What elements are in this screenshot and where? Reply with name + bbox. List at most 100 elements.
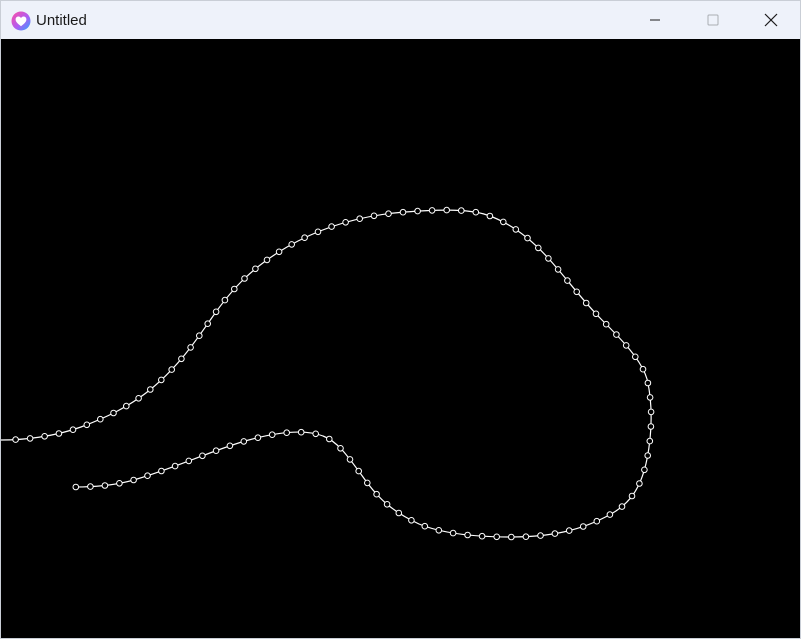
curve-marker [252, 265, 259, 273]
close-button[interactable] [742, 1, 800, 39]
curve-marker [301, 234, 308, 241]
curve-marker [632, 353, 639, 361]
curve-marker [373, 490, 380, 498]
curve-marker [383, 501, 391, 508]
curve-marker [199, 452, 206, 460]
curve-marker [478, 532, 486, 540]
curve-marker [356, 215, 364, 222]
curve-marker [240, 438, 248, 445]
curve-marker [178, 355, 185, 363]
curve-marker [535, 244, 542, 252]
curve-marker [196, 332, 203, 340]
curve-marker [428, 207, 436, 214]
curve-marker [328, 223, 335, 230]
curve-marker [212, 308, 220, 316]
curve-marker [187, 344, 194, 351]
curve-marker [337, 445, 344, 452]
curve-marker [414, 207, 421, 215]
curve-marker [458, 207, 465, 214]
curve-marker [579, 523, 587, 530]
curve-marker [644, 379, 652, 387]
close-icon [764, 13, 778, 27]
curve-marker [395, 509, 403, 517]
curve-marker [464, 531, 471, 539]
curve-marker [522, 533, 530, 541]
curve-marker [646, 394, 654, 401]
curve-marker [370, 212, 378, 220]
drawing-canvas[interactable] [1, 39, 800, 638]
curve-marker [116, 480, 123, 487]
curve-marker [204, 320, 211, 328]
curve-marker [226, 442, 234, 450]
spline-curve [1, 209, 652, 538]
curve-marker [592, 310, 600, 318]
curve-marker [55, 430, 63, 437]
curve-marker [135, 395, 142, 402]
curve-marker [551, 530, 559, 537]
curve-marker [545, 255, 552, 262]
curve-marker [144, 472, 151, 480]
curve-marker [123, 402, 130, 410]
curve-marker [364, 479, 371, 487]
curve-marker [147, 386, 154, 393]
curve-marker [110, 409, 117, 417]
curve-marker [636, 480, 643, 487]
title-bar[interactable]: Untitled [1, 1, 800, 39]
curve-marker [602, 320, 610, 328]
app-heart-icon [11, 11, 31, 31]
curve-marker [512, 226, 520, 233]
curve-marker [314, 228, 322, 236]
curve-marker [493, 533, 501, 541]
curve-marker [69, 426, 77, 434]
curve-marker [83, 421, 91, 429]
curve-marker [41, 433, 48, 440]
curve-marker [421, 522, 429, 530]
curve-marker [641, 466, 648, 474]
curve-marker [622, 342, 630, 349]
curve-marker [342, 219, 349, 226]
minimize-button[interactable] [626, 1, 684, 39]
curve-marker [26, 435, 34, 442]
curve-marker [87, 483, 94, 490]
curve-marker [613, 331, 620, 338]
curve-marker [573, 288, 581, 296]
minimize-icon [650, 19, 660, 21]
curve-marker [263, 256, 271, 264]
curve-marker [283, 429, 291, 437]
curve-marker [644, 452, 652, 459]
maximize-button[interactable] [684, 1, 742, 39]
window-title: Untitled [36, 12, 87, 29]
curve-marker [231, 285, 238, 293]
curve-marker [472, 208, 480, 216]
curve-marker [486, 212, 494, 220]
curve-marker [241, 275, 248, 282]
curve-marker [564, 277, 571, 284]
curve-marker [212, 447, 220, 455]
curve-marker [72, 483, 80, 491]
curve-marker [582, 299, 590, 307]
curve-plot [1, 206, 655, 541]
curve-marker [171, 462, 179, 470]
curve-marker [435, 527, 443, 534]
curve-marker [312, 430, 320, 438]
curve-marker [399, 208, 407, 216]
curve-marker [593, 517, 601, 525]
curve-marker [443, 206, 451, 214]
curve-marker [618, 503, 626, 510]
curve-marker [288, 241, 296, 248]
curve-marker [647, 408, 655, 416]
curve-marker [97, 415, 104, 423]
curve-marker [130, 476, 137, 484]
curve-marker [12, 436, 19, 443]
curve-marker [508, 533, 515, 541]
curve-marker [385, 210, 392, 217]
curve-marker [346, 456, 354, 463]
curve-marker [500, 218, 507, 226]
app-window: Untitled [0, 0, 801, 639]
curve-marker [185, 457, 193, 465]
curve-marker [168, 366, 175, 373]
curve-marker [355, 467, 363, 475]
curve-marker [449, 529, 457, 537]
curve-marker [254, 434, 262, 442]
curve-marker [158, 467, 165, 475]
